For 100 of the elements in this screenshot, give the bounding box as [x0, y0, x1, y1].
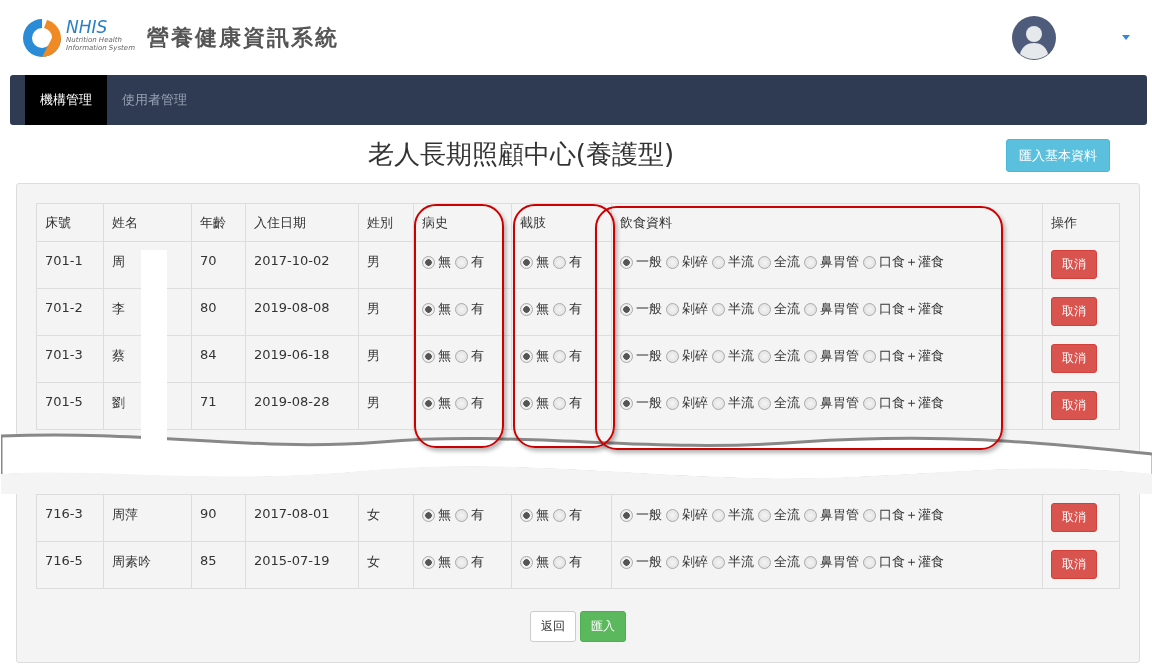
radio-button[interactable]	[553, 255, 566, 269]
table-cell: 80	[200, 300, 217, 315]
radio-button[interactable]	[520, 302, 533, 316]
table-cell: 女	[367, 507, 380, 522]
radio-label: 鼻胃管	[820, 300, 859, 318]
radio-button[interactable]	[804, 396, 817, 410]
radio-button[interactable]	[758, 555, 771, 569]
radio-button[interactable]	[422, 349, 435, 363]
radio-button[interactable]	[712, 396, 725, 410]
table-cell: 90	[200, 506, 217, 521]
cancel-button[interactable]: 取消	[1051, 344, 1097, 373]
radio-button[interactable]	[553, 555, 566, 569]
radio-button[interactable]	[422, 302, 435, 316]
nav-tab[interactable]: 使用者管理	[107, 75, 202, 125]
avatar-icon[interactable]	[1012, 15, 1056, 60]
radio-button[interactable]	[804, 302, 817, 316]
radio-button[interactable]	[863, 302, 876, 316]
nav-tab[interactable]: 機構管理	[25, 75, 107, 125]
radio-button[interactable]	[520, 349, 533, 363]
radio-button[interactable]	[520, 555, 533, 569]
radio-button[interactable]	[620, 349, 633, 363]
radio-button[interactable]	[422, 555, 435, 569]
radio-button[interactable]	[666, 396, 679, 410]
radio-label: 剁碎	[682, 506, 708, 524]
radio-button[interactable]	[553, 349, 566, 363]
radio-button[interactable]	[863, 349, 876, 363]
radio-label: 全流	[774, 300, 800, 318]
radio-label: 口食＋灌食	[879, 300, 944, 318]
radio-button[interactable]	[620, 396, 633, 410]
radio-label: 無	[536, 347, 549, 365]
radio-button[interactable]	[422, 396, 435, 410]
cancel-button[interactable]: 取消	[1051, 250, 1097, 279]
cancel-button[interactable]: 取消	[1051, 391, 1097, 420]
radio-label: 半流	[728, 300, 754, 318]
footer-button[interactable]: 返回	[529, 611, 576, 642]
radio-button[interactable]	[455, 396, 468, 410]
radio-button[interactable]	[712, 255, 725, 269]
radio-button[interactable]	[455, 555, 468, 569]
table-cell: 2019-08-08	[254, 300, 330, 315]
radio-button[interactable]	[804, 255, 817, 269]
radio-button[interactable]	[712, 508, 725, 522]
cancel-button[interactable]: 取消	[1051, 550, 1097, 579]
radio-button[interactable]	[666, 555, 679, 569]
radio-button[interactable]	[758, 349, 771, 363]
table-cell: 男	[367, 254, 380, 269]
radio-label: 全流	[774, 506, 800, 524]
radio-label: 口食＋灌食	[879, 506, 944, 524]
radio-button[interactable]	[863, 396, 876, 410]
radio-button[interactable]	[758, 396, 771, 410]
radio-button[interactable]	[620, 555, 633, 569]
column-header: 截肢	[511, 203, 612, 242]
page-title: 老人長期照顧中心(養護型)	[367, 137, 675, 171]
table-cell: 2015-07-19	[254, 553, 330, 568]
radio-label: 口食＋灌食	[879, 347, 944, 365]
radio-button[interactable]	[758, 508, 771, 522]
radio-button[interactable]	[553, 396, 566, 410]
radio-button[interactable]	[712, 555, 725, 569]
table-cell: 李	[112, 301, 125, 316]
radio-label: 半流	[728, 553, 754, 571]
radio-button[interactable]	[553, 302, 566, 316]
radio-button[interactable]	[455, 255, 468, 269]
radio-button[interactable]	[455, 302, 468, 316]
radio-button[interactable]	[455, 508, 468, 522]
radio-button[interactable]	[520, 396, 533, 410]
radio-button[interactable]	[422, 255, 435, 269]
radio-label: 有	[569, 253, 582, 271]
radio-button[interactable]	[620, 508, 633, 522]
table-cell: 周萍	[112, 507, 138, 522]
radio-button[interactable]	[758, 302, 771, 316]
radio-button[interactable]	[804, 555, 817, 569]
radio-button[interactable]	[666, 349, 679, 363]
radio-button[interactable]	[455, 349, 468, 363]
radio-button[interactable]	[422, 508, 435, 522]
radio-button[interactable]	[666, 255, 679, 269]
table-cell: 女	[367, 554, 380, 569]
radio-label: 無	[438, 553, 451, 571]
footer-button[interactable]: 匯入	[579, 611, 626, 642]
table-cell: 716-3	[45, 506, 83, 521]
radio-label: 半流	[728, 394, 754, 412]
radio-button[interactable]	[520, 508, 533, 522]
column-header: 姓名	[103, 203, 192, 242]
caret-icon[interactable]	[1122, 35, 1130, 40]
import-basic-data-button[interactable]: 匯入基本資料	[1006, 139, 1110, 172]
radio-button[interactable]	[666, 508, 679, 522]
radio-button[interactable]	[520, 255, 533, 269]
radio-button[interactable]	[620, 255, 633, 269]
radio-button[interactable]	[758, 255, 771, 269]
radio-button[interactable]	[804, 349, 817, 363]
radio-button[interactable]	[712, 349, 725, 363]
radio-button[interactable]	[863, 555, 876, 569]
radio-button[interactable]	[620, 302, 633, 316]
radio-button[interactable]	[804, 508, 817, 522]
radio-button[interactable]	[553, 508, 566, 522]
radio-label: 無	[438, 394, 451, 412]
radio-button[interactable]	[666, 302, 679, 316]
cancel-button[interactable]: 取消	[1051, 297, 1097, 326]
cancel-button[interactable]: 取消	[1051, 503, 1097, 532]
radio-button[interactable]	[712, 302, 725, 316]
radio-button[interactable]	[863, 508, 876, 522]
radio-button[interactable]	[863, 255, 876, 269]
